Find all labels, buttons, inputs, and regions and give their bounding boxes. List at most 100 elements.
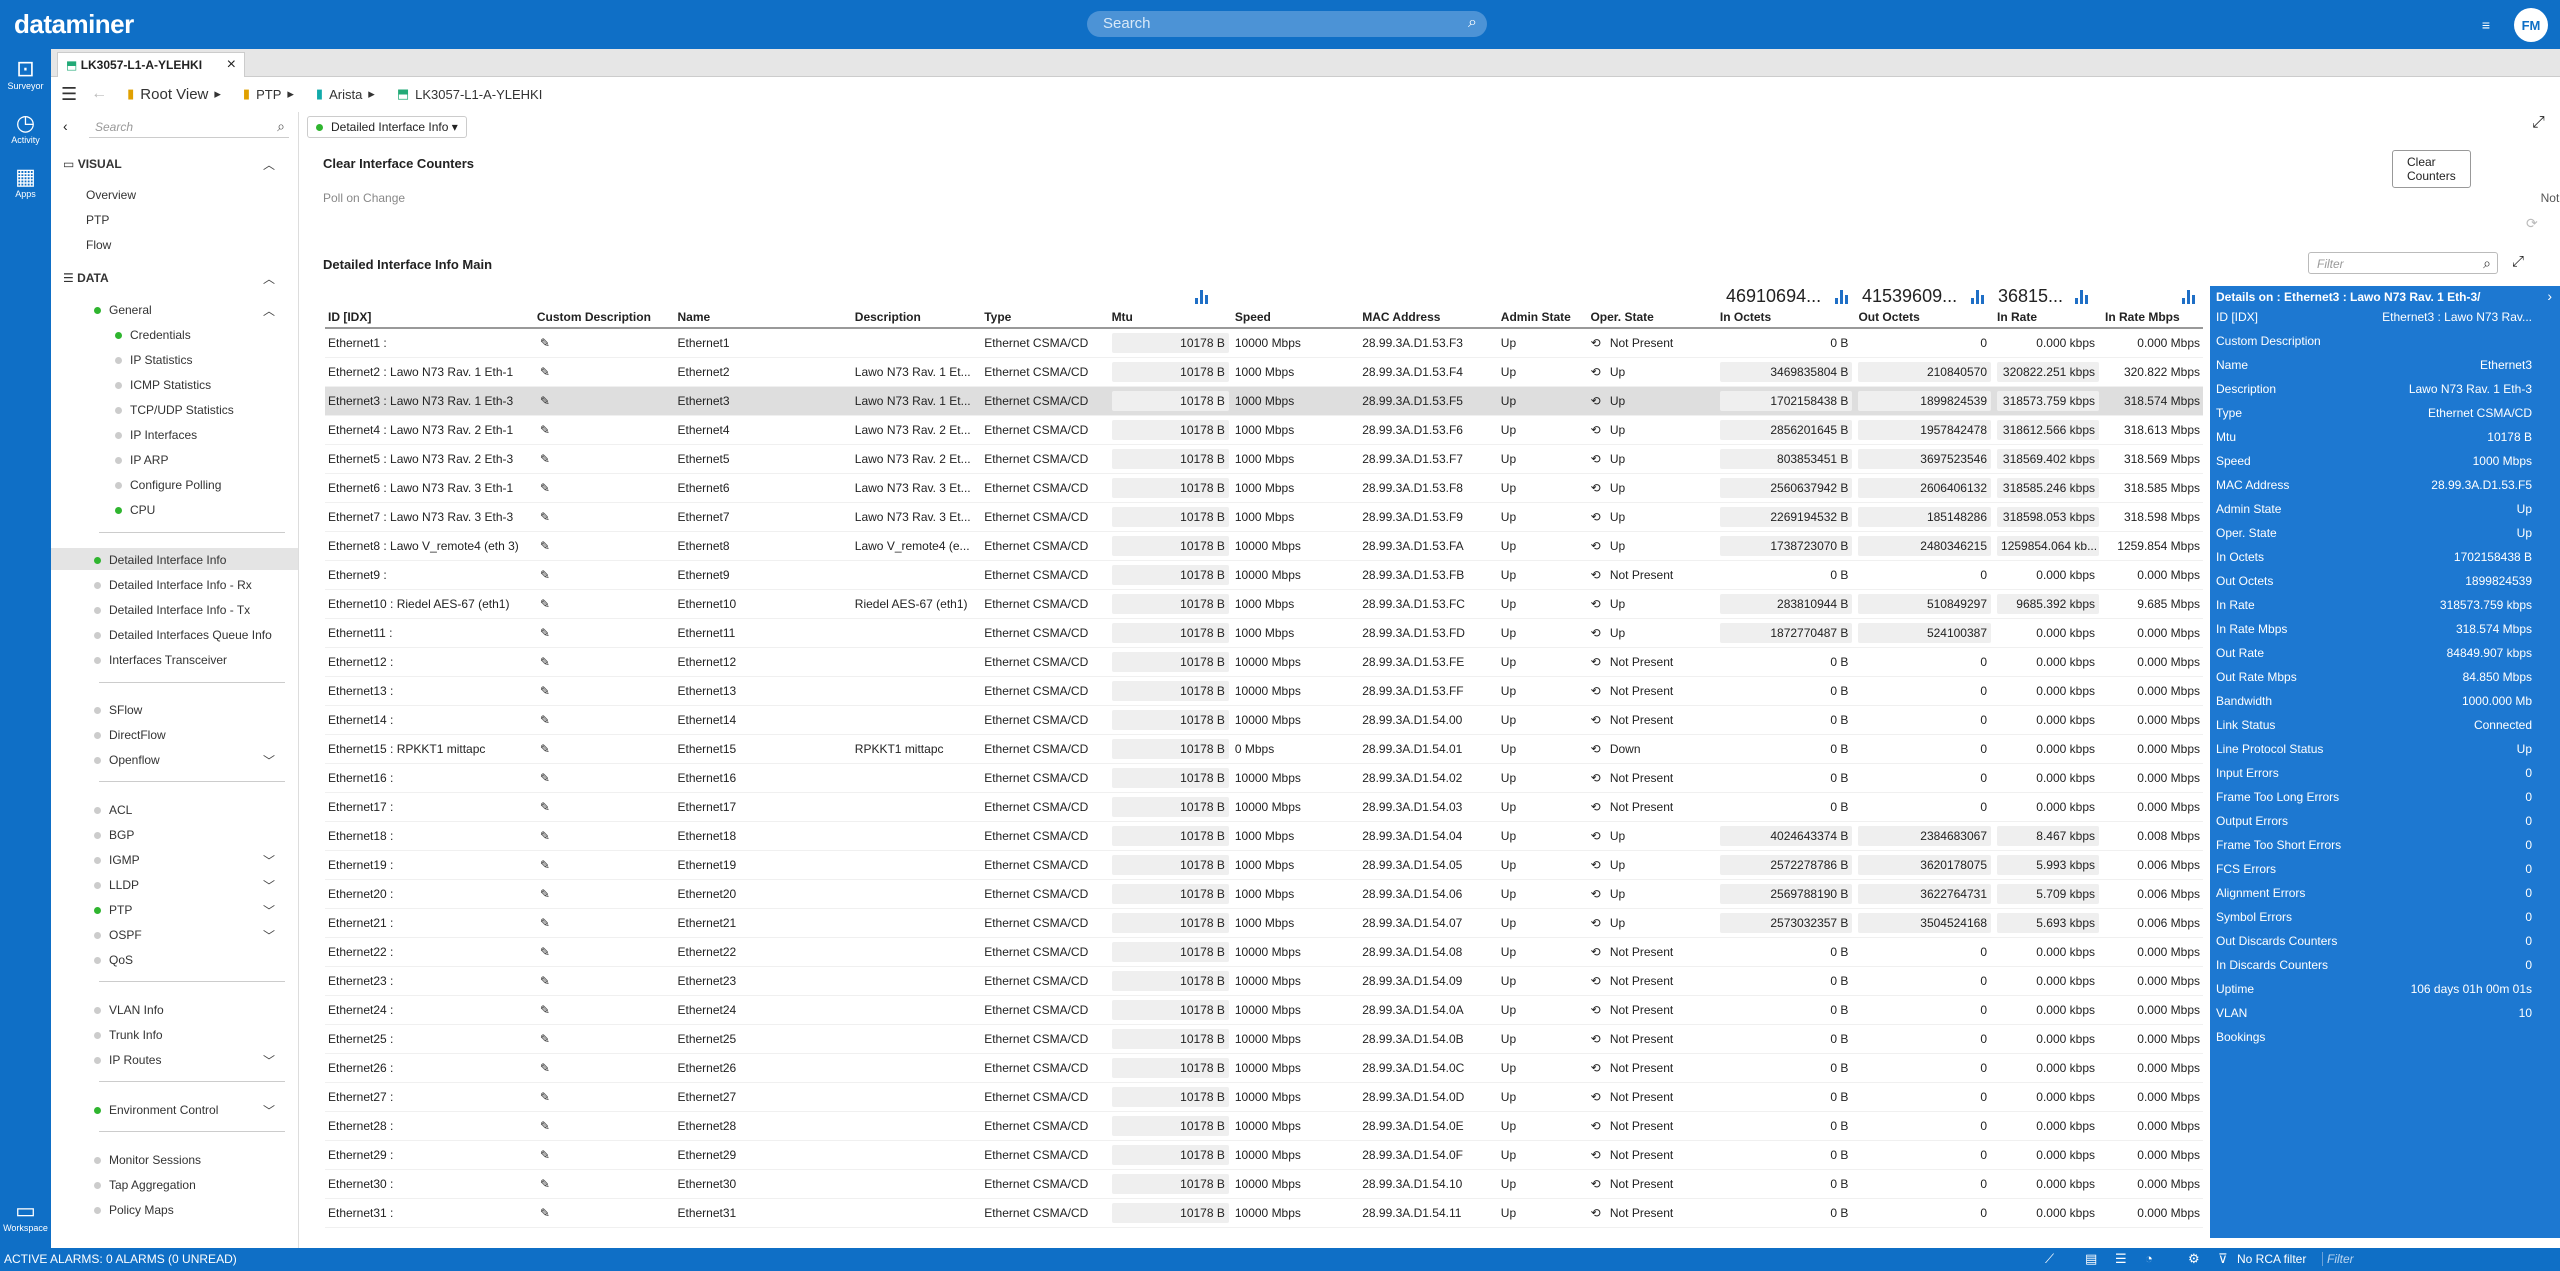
column-header[interactable]: Type: [981, 306, 1109, 329]
nav-ptp-visual[interactable]: PTP: [86, 213, 109, 227]
pencil-icon[interactable]: ✎: [540, 916, 550, 930]
nav-lldp[interactable]: LLDP: [94, 878, 139, 892]
chart-icon[interactable]: [1835, 290, 1849, 304]
chevron-down-icon[interactable]: ﹀: [263, 852, 275, 869]
rail-surveyor[interactable]: ⊡ Surveyor: [0, 57, 51, 92]
table-row[interactable]: Ethernet20 : ✎ Ethernet20 Ethernet CSMA/CD 1…: [325, 879, 2203, 909]
column-header[interactable]: Admin State: [1497, 306, 1588, 329]
chevron-up-icon[interactable]: ︿: [263, 156, 275, 173]
refresh-icon[interactable]: ⟲: [1590, 597, 1603, 611]
refresh-icon[interactable]: ⟲: [1590, 1090, 1603, 1104]
edit-icon[interactable]: ✎: [533, 473, 675, 503]
table-row[interactable]: Ethernet28 : ✎ Ethernet28 Ethernet CSMA/CD 1…: [325, 1111, 2203, 1141]
table-row[interactable]: Ethernet13 : ✎ Ethernet13 Ethernet CSMA/CD 1…: [325, 676, 2203, 706]
table-row[interactable]: Ethernet7 : Lawo N73 Rav. 3 Eth-3 ✎ Ethern…: [325, 502, 2203, 532]
back-icon[interactable]: ←: [91, 85, 107, 103]
pencil-icon[interactable]: ✎: [540, 336, 550, 350]
edit-icon[interactable]: ✎: [533, 1024, 675, 1054]
table-row[interactable]: Ethernet17 : ✎ Ethernet17 Ethernet CSMA/CD 1…: [325, 792, 2203, 822]
nav-igmp[interactable]: IGMP: [94, 853, 140, 867]
sort-icon[interactable]: ☰: [2115, 1251, 2127, 1267]
table-row[interactable]: Ethernet5 : Lawo N73 Rav. 2 Eth-3 ✎ Ethern…: [325, 444, 2203, 474]
edit-icon[interactable]: ✎: [533, 328, 675, 358]
table-row[interactable]: Ethernet14 : ✎ Ethernet14 Ethernet CSMA/CD 1…: [325, 705, 2203, 735]
edit-icon[interactable]: ✎: [533, 357, 675, 387]
edit-icon[interactable]: ✎: [533, 966, 675, 996]
column-header[interactable]: In Rate: [1994, 306, 2103, 329]
close-icon[interactable]: ×: [227, 56, 236, 74]
pencil-icon[interactable]: ✎: [540, 771, 550, 785]
edit-icon[interactable]: ✎: [533, 1198, 675, 1228]
refresh-icon[interactable]: ⟲: [1590, 945, 1603, 959]
pencil-icon[interactable]: ✎: [540, 423, 550, 437]
nav-general[interactable]: General: [94, 303, 152, 317]
nav-trunk-info[interactable]: Trunk Info: [94, 1028, 163, 1042]
edit-icon[interactable]: ✎: [533, 589, 675, 619]
chart-icon[interactable]: [2075, 290, 2089, 304]
table-filter-input[interactable]: Filter ⌕: [2308, 252, 2498, 274]
pencil-icon[interactable]: ✎: [540, 742, 550, 756]
refresh-icon[interactable]: ⟲: [1590, 481, 1603, 495]
chart-icon[interactable]: [2182, 290, 2196, 304]
pencil-icon[interactable]: ✎: [540, 858, 550, 872]
pencil-icon[interactable]: ✎: [540, 481, 550, 495]
refresh-icon[interactable]: ⟲: [1590, 510, 1603, 524]
pencil-icon[interactable]: ✎: [540, 394, 550, 408]
edit-icon[interactable]: ✎: [533, 908, 675, 938]
nav-tcp-udp-statistics[interactable]: TCP/UDP Statistics: [115, 403, 234, 417]
edit-icon[interactable]: ✎: [533, 1082, 675, 1112]
edit-icon[interactable]: ✎: [533, 763, 675, 793]
pencil-icon[interactable]: ✎: [540, 1003, 550, 1017]
chevron-down-icon[interactable]: ﹀: [263, 877, 275, 894]
table-row[interactable]: Ethernet2 : Lawo N73 Rav. 1 Eth-1 ✎ Ethern…: [325, 357, 2203, 387]
table-row[interactable]: Ethernet18 : ✎ Ethernet18 Ethernet CSMA/CD 1…: [325, 821, 2203, 851]
column-header[interactable]: Out Octets: [1855, 306, 1995, 329]
pencil-icon[interactable]: ✎: [540, 365, 550, 379]
table-row[interactable]: Ethernet16 : ✎ Ethernet16 Ethernet CSMA/CD 1…: [325, 763, 2203, 793]
pencil-icon[interactable]: ✎: [540, 510, 550, 524]
table-row[interactable]: Ethernet1 : ✎ Ethernet1 Ethernet CSMA/CD 101…: [325, 328, 2203, 358]
refresh-icon[interactable]: ⟲: [1590, 365, 1603, 379]
refresh-icon[interactable]: ⟲: [1590, 1206, 1603, 1220]
pie-chart-icon[interactable]: ◔: [2145, 1251, 2153, 1266]
edit-icon[interactable]: ✎: [533, 821, 675, 851]
table-row[interactable]: Ethernet21 : ✎ Ethernet21 Ethernet CSMA/CD 1…: [325, 908, 2203, 938]
edit-icon[interactable]: ✎: [533, 705, 675, 735]
table-row[interactable]: Ethernet30 : ✎ Ethernet30 Ethernet CSMA/CD 1…: [325, 1169, 2203, 1199]
pencil-icon[interactable]: ✎: [540, 829, 550, 843]
nav-detailed-interface-info[interactable]: Detailed Interface Info: [94, 553, 226, 567]
edit-icon[interactable]: ✎: [533, 502, 675, 532]
nav-interfaces-transceiver[interactable]: Interfaces Transceiver: [94, 653, 227, 667]
chevron-up-icon[interactable]: ︿: [263, 302, 275, 319]
refresh-icon[interactable]: ⟲: [1590, 800, 1603, 814]
refresh-icon[interactable]: ⟲: [1590, 394, 1603, 408]
refresh-icon[interactable]: ⟲: [1590, 771, 1603, 785]
nav-ip-statistics[interactable]: IP Statistics: [115, 353, 192, 367]
pencil-icon[interactable]: ✎: [540, 1061, 550, 1075]
refresh-icon[interactable]: ⟲: [1590, 858, 1603, 872]
chevron-down-icon[interactable]: ﹀: [263, 927, 275, 944]
edit-icon[interactable]: ✎: [533, 937, 675, 967]
nav-tap-aggregation[interactable]: Tap Aggregation: [94, 1178, 196, 1192]
tab-element[interactable]: ⬒ LK3057-L1-A-YLEHKI ×: [57, 52, 245, 77]
table-row[interactable]: Ethernet4 : Lawo N73 Rav. 2 Eth-1 ✎ Ethern…: [325, 415, 2203, 445]
nav-ip-routes[interactable]: IP Routes: [94, 1053, 161, 1067]
hamburger-icon[interactable]: ☰: [61, 84, 77, 105]
refresh-icon[interactable]: ⟲: [1590, 452, 1603, 466]
edit-icon[interactable]: ✎: [533, 444, 675, 474]
nav-policy-maps[interactable]: Policy Maps: [94, 1203, 174, 1217]
rail-activity[interactable]: ◷ Activity: [0, 111, 51, 146]
nav-overview[interactable]: Overview: [86, 188, 136, 202]
table-row[interactable]: Ethernet19 : ✎ Ethernet19 Ethernet CSMA/CD 1…: [325, 850, 2203, 880]
filter-icon[interactable]: ⊽: [2218, 1251, 2228, 1267]
nav-monitor-sessions[interactable]: Monitor Sessions: [94, 1153, 201, 1167]
refresh-icon[interactable]: ⟲: [1590, 916, 1603, 930]
pencil-icon[interactable]: ✎: [540, 1090, 550, 1104]
nav-environment-control[interactable]: Environment Control: [94, 1103, 218, 1117]
rca-filter-label[interactable]: No RCA filter: [2237, 1252, 2306, 1266]
menu-chevron-icon[interactable]: ≡: [2482, 17, 2490, 33]
nav-icmp-statistics[interactable]: ICMP Statistics: [115, 378, 211, 392]
alarm-filter-input[interactable]: Filter: [2322, 1252, 2552, 1266]
edit-icon[interactable]: ✎: [533, 531, 675, 561]
edit-icon[interactable]: ✎: [533, 1169, 675, 1199]
